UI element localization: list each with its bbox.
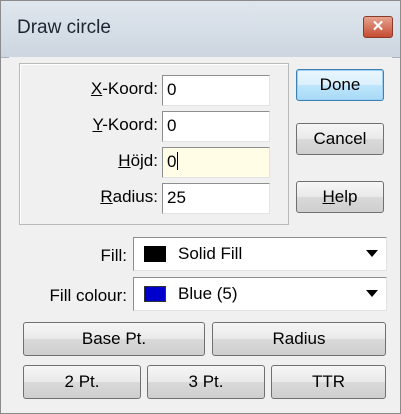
close-icon: ✕ bbox=[371, 18, 385, 35]
fill-colour-swatch bbox=[144, 286, 166, 302]
x-coord-input[interactable]: 0 bbox=[162, 75, 270, 106]
height-input[interactable]: 0 bbox=[162, 147, 270, 178]
chevron-down-icon bbox=[366, 290, 378, 297]
close-button[interactable]: ✕ bbox=[363, 16, 393, 38]
cancel-button[interactable]: Cancel bbox=[296, 123, 384, 155]
fill-colour-label: Fill colour: bbox=[49, 286, 127, 305]
dialog-body: X-Koord: 0 Y-Koord: 0 Höjd: 0 Radius: 25… bbox=[9, 57, 392, 407]
done-button[interactable]: Done bbox=[296, 69, 384, 101]
help-button[interactable]: Help bbox=[296, 181, 384, 213]
base-pt-button[interactable]: Base Pt. bbox=[23, 322, 205, 356]
ttr-button[interactable]: TTR bbox=[271, 365, 386, 399]
radius-label: Radius: bbox=[100, 187, 158, 206]
fill-selected-value: Solid Fill bbox=[178, 244, 243, 263]
radius-button[interactable]: Radius bbox=[212, 322, 386, 356]
fill-swatch bbox=[144, 246, 166, 262]
three-pt-button[interactable]: 3 Pt. bbox=[147, 365, 265, 399]
y-coord-input[interactable]: 0 bbox=[162, 111, 270, 142]
title-bar[interactable]: Draw circle ✕ bbox=[1, 1, 400, 58]
fill-colour-select[interactable]: Blue (5) bbox=[133, 277, 387, 311]
height-label: Höjd: bbox=[118, 151, 158, 170]
coordinates-group: X-Koord: 0 Y-Koord: 0 Höjd: 0 Radius: 25 bbox=[19, 63, 289, 225]
fill-colour-selected-value: Blue (5) bbox=[178, 284, 238, 303]
fill-select[interactable]: Solid Fill bbox=[133, 237, 387, 271]
fill-label: Fill: bbox=[100, 246, 127, 265]
dialog-title: Draw circle bbox=[17, 17, 111, 38]
radius-input[interactable]: 25 bbox=[162, 183, 270, 214]
y-coord-label: Y-Koord: bbox=[92, 115, 158, 134]
x-coord-label: X-Koord: bbox=[90, 79, 158, 98]
draw-circle-dialog: Draw circle ✕ X-Koord: 0 Y-Koord: 0 Höjd… bbox=[0, 0, 401, 414]
text-cursor bbox=[177, 152, 179, 170]
two-pt-button[interactable]: 2 Pt. bbox=[23, 365, 141, 399]
chevron-down-icon bbox=[366, 250, 378, 257]
